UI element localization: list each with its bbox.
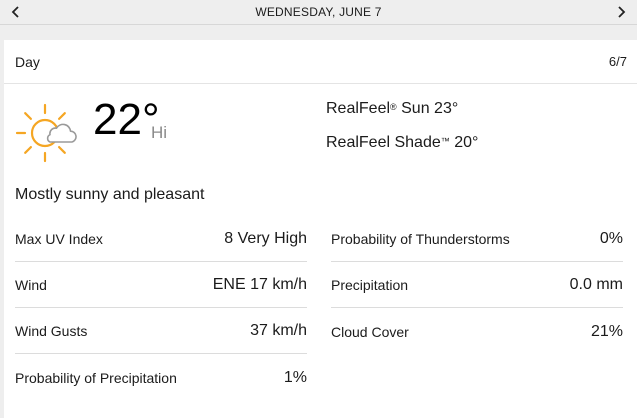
detail-value: 1% [283,368,307,386]
detail-label: Probability of Thunderstorms [331,231,510,247]
realfeel-shade-label: RealFeel Shade [326,134,441,151]
mostly-sunny-icon [15,103,77,163]
detail-value: 21% [590,322,623,340]
chevron-left-icon [11,6,19,18]
detail-label: Max UV Index [15,231,103,247]
temperature-value: 22° [93,95,160,144]
realfeel-sun: RealFeel® Sun 23° [326,100,458,118]
realfeel-value: Sun 23° [401,100,459,117]
detail-label: Wind [15,277,47,293]
next-day-button[interactable] [609,0,633,24]
current-date-label: WEDNESDAY, JUNE 7 [255,5,382,19]
details-right-column: Probability of Thunderstorms 0% Precipit… [331,217,623,354]
detail-row-precip-probability: Probability of Precipitation 1% [15,355,307,400]
period-label: Day [15,53,40,70]
realfeel-shade: RealFeel Shade™ 20° [326,134,478,152]
card-header: Day 6/7 [4,40,637,84]
detail-row-precipitation: Precipitation 0.0 mm [331,263,623,308]
date-navigation-bar: WEDNESDAY, JUNE 7 [0,0,637,25]
details-left-column: Max UV Index 8 Very High Wind ENE 17 km/… [15,217,307,400]
realfeel-label: RealFeel [326,100,391,117]
detail-row-wind: Wind ENE 17 km/h [15,263,307,308]
detail-label: Wind Gusts [15,323,88,339]
detail-label: Cloud Cover [331,323,409,340]
chevron-right-icon [618,6,626,18]
previous-day-button[interactable] [4,0,28,24]
detail-label: Precipitation [331,277,409,293]
detail-label: Probability of Precipitation [15,369,177,386]
detail-row-uv: Max UV Index 8 Very High [15,217,307,262]
temperature-qualifier: Hi [151,123,168,142]
detail-row-wind-gusts: Wind Gusts 37 km/h [15,309,307,354]
detail-value: 0.0 mm [569,276,623,293]
short-date: 6/7 [608,54,627,69]
detail-value: 37 km/h [250,322,307,339]
weather-phrase: Mostly sunny and pleasant [15,186,205,203]
registered-mark: ® [390,102,397,112]
trademark-mark: ™ [440,136,450,146]
realfeel-shade-value: 20° [454,134,479,151]
detail-row-thunderstorms: Probability of Thunderstorms 0% [331,217,623,262]
detail-value: 0% [599,230,623,247]
detail-value: ENE 17 km/h [212,276,307,293]
detail-value: 8 Very High [224,230,307,247]
detail-row-cloud-cover: Cloud Cover 21% [331,309,623,354]
day-forecast-card: Day 6/7 22° Hi RealFeel® Sun 23° RealFee… [4,40,637,418]
